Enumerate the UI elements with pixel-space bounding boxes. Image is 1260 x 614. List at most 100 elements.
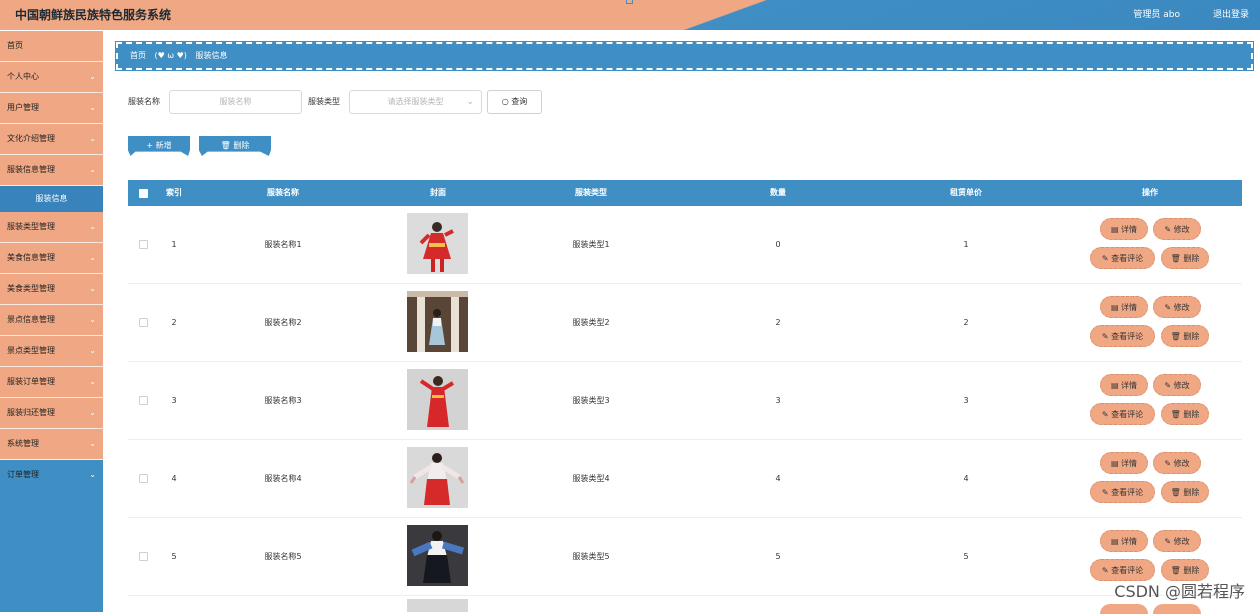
chevron-down-icon: ⌄	[89, 408, 96, 417]
edit-button[interactable]: ✎ 修改	[1153, 296, 1201, 318]
type-select[interactable]: 请选择服装类型 ⌄	[349, 90, 482, 114]
table-header: 索引 服装名称 封面 服装类型 数量 租赁单价 操作	[128, 180, 1242, 206]
cover-image	[407, 599, 468, 612]
chevron-down-icon: ⌄	[466, 97, 474, 107]
sidebar-item-label: 美食类型管理	[7, 284, 55, 293]
table-row: 2 服装名称2 服装类型2 2 2 ▤ 详情 ✎ 修改 ✎ 查看评论 🗑 删除	[128, 284, 1242, 362]
chevron-down-icon: ⌄	[89, 470, 96, 479]
detail-button[interactable]	[1100, 604, 1148, 614]
sidebar-item-label: 美食信息管理	[7, 253, 55, 262]
logout-link[interactable]: 退出登录	[1213, 7, 1249, 20]
detail-button[interactable]: ▤ 详情	[1100, 374, 1148, 396]
delete-label: 删除	[1183, 254, 1200, 263]
row-checkbox[interactable]	[139, 240, 148, 249]
edit-button[interactable]: ✎ 修改	[1153, 530, 1201, 552]
sidebar-item-clothing-type[interactable]: 服装类型管理 ⌄	[0, 212, 103, 243]
row-operations: ▤ 详情 ✎ 修改 ✎ 查看评论 🗑 删除	[1090, 452, 1210, 507]
edit-label: 修改	[1173, 537, 1190, 546]
header-type: 服装类型	[575, 188, 607, 197]
sidebar-item-scenic-info[interactable]: 景点信息管理 ⌄	[0, 305, 103, 336]
edit-button[interactable]: ✎ 修改	[1153, 452, 1201, 474]
view-comments-button[interactable]: ✎ 查看评论	[1090, 403, 1155, 425]
detail-button[interactable]: ▤ 详情	[1100, 530, 1148, 552]
view-comments-button[interactable]: ✎ 查看评论	[1090, 481, 1155, 503]
row-quantity: 0	[775, 240, 781, 249]
sidebar-item-food-type[interactable]: 美食类型管理 ⌄	[0, 274, 103, 305]
sidebar-item-system[interactable]: 系统管理 ⌄	[0, 429, 103, 460]
sidebar-item-home[interactable]: 首页	[0, 31, 103, 62]
edit-icon: ✎	[1164, 381, 1172, 390]
cover-image	[407, 213, 468, 274]
edit-button[interactable]	[1153, 604, 1201, 614]
sidebar-item-label: 服装类型管理	[7, 222, 55, 231]
view-comments-button[interactable]: ✎ 查看评论	[1090, 325, 1155, 347]
edit-icon: ✎	[1164, 459, 1172, 468]
document-icon: ▤	[1110, 537, 1119, 546]
detail-button[interactable]: ▤ 详情	[1100, 218, 1148, 240]
delete-button[interactable]: 🗑 删除	[1161, 325, 1209, 347]
row-quantity: 3	[775, 396, 781, 405]
sidebar-item-clothing-orders[interactable]: 服装订单管理 ⌄	[0, 367, 103, 398]
sidebar-item-scenic-type[interactable]: 景点类型管理 ⌄	[0, 336, 103, 367]
sidebar-item-culture[interactable]: 文化介绍管理 ⌄	[0, 124, 103, 155]
trash-icon: 🗑	[1170, 410, 1181, 419]
row-checkbox[interactable]	[139, 474, 148, 483]
cover-image	[407, 525, 468, 586]
sidebar-item-label: 景点类型管理	[7, 346, 55, 355]
edit-button[interactable]: ✎ 修改	[1153, 374, 1201, 396]
row-checkbox[interactable]	[139, 552, 148, 561]
breadcrumb-home[interactable]: 首页	[130, 51, 146, 60]
sidebar-subitem-clothing-info[interactable]: 服装信息	[0, 186, 103, 212]
detail-label: 详情	[1121, 303, 1138, 312]
sidebar-item-orders[interactable]: 订单管理 ⌄	[0, 460, 103, 490]
sidebar-item-users[interactable]: 用户管理 ⌄	[0, 93, 103, 124]
edit-button[interactable]: ✎ 修改	[1153, 218, 1201, 240]
sidebar-item-label: 用户管理	[7, 103, 39, 112]
sidebar-item-label: 系统管理	[7, 439, 39, 448]
query-button-label: 查询	[511, 97, 528, 106]
name-search-input[interactable]: 服装名称	[169, 90, 302, 114]
view-comments-button[interactable]: ✎ 查看评论	[1090, 247, 1155, 269]
chevron-down-icon: ⌄	[89, 315, 96, 324]
row-quantity: 4	[775, 474, 781, 483]
delete-button[interactable]: 🗑 删除	[1161, 481, 1209, 503]
detail-button[interactable]: ▤ 详情	[1100, 452, 1148, 474]
sidebar-item-profile[interactable]: 个人中心 ⌄	[0, 62, 103, 93]
name-label: 服装名称	[128, 97, 160, 106]
row-operations: ▤ 详情 ✎ 修改 ✎ 查看评论 🗑 删除	[1090, 374, 1210, 429]
header-price: 租赁单价	[950, 188, 982, 197]
type-label: 服装类型	[308, 97, 340, 106]
row-index: 5	[171, 552, 177, 561]
row-index: 3	[171, 396, 177, 405]
detail-label: 详情	[1121, 225, 1138, 234]
select-all-checkbox[interactable]	[139, 189, 148, 198]
cover-image	[407, 447, 468, 508]
detail-button[interactable]: ▤ 详情	[1100, 296, 1148, 318]
edit-icon: ✎	[1164, 225, 1172, 234]
delete-button[interactable]: 🗑 删除	[1161, 247, 1209, 269]
edit-icon: ✎	[1101, 254, 1109, 263]
sidebar: 首页 个人中心 ⌄ 用户管理 ⌄ 文化介绍管理 ⌄ 服装信息管理 ⌄ 服装信息 服装类型…	[0, 31, 103, 612]
sidebar-item-clothing-info[interactable]: 服装信息管理 ⌄	[0, 155, 103, 186]
row-checkbox[interactable]	[139, 396, 148, 405]
query-button[interactable]: ○ 查询	[487, 90, 542, 114]
delete-label: 删除	[1183, 488, 1200, 497]
row-operations: ▤ 详情 ✎ 修改 ✎ 查看评论 🗑 删除	[1090, 530, 1210, 585]
edit-icon: ✎	[1101, 332, 1109, 341]
batch-delete-label: 删除	[233, 141, 250, 150]
document-icon: ▤	[1110, 459, 1119, 468]
header-cover: 封面	[430, 188, 446, 197]
sidebar-item-clothing-return[interactable]: 服装归还管理 ⌄	[0, 398, 103, 429]
row-checkbox[interactable]	[139, 318, 148, 327]
row-index: 1	[171, 240, 177, 249]
chevron-down-icon: ⌄	[89, 165, 96, 174]
row-type: 服装类型2	[572, 318, 610, 327]
row-index: 4	[171, 474, 177, 483]
breadcrumb: 首页 (♥ ω ♥) 服装信息	[115, 41, 1254, 71]
delete-button[interactable]: 🗑 删除	[1161, 403, 1209, 425]
header-marker-icon	[626, 0, 633, 4]
row-type: 服装类型4	[572, 474, 610, 483]
add-button[interactable]: + 新增	[128, 136, 190, 156]
batch-delete-button[interactable]: 🗑 删除	[199, 136, 271, 156]
sidebar-item-food-info[interactable]: 美食信息管理 ⌄	[0, 243, 103, 274]
